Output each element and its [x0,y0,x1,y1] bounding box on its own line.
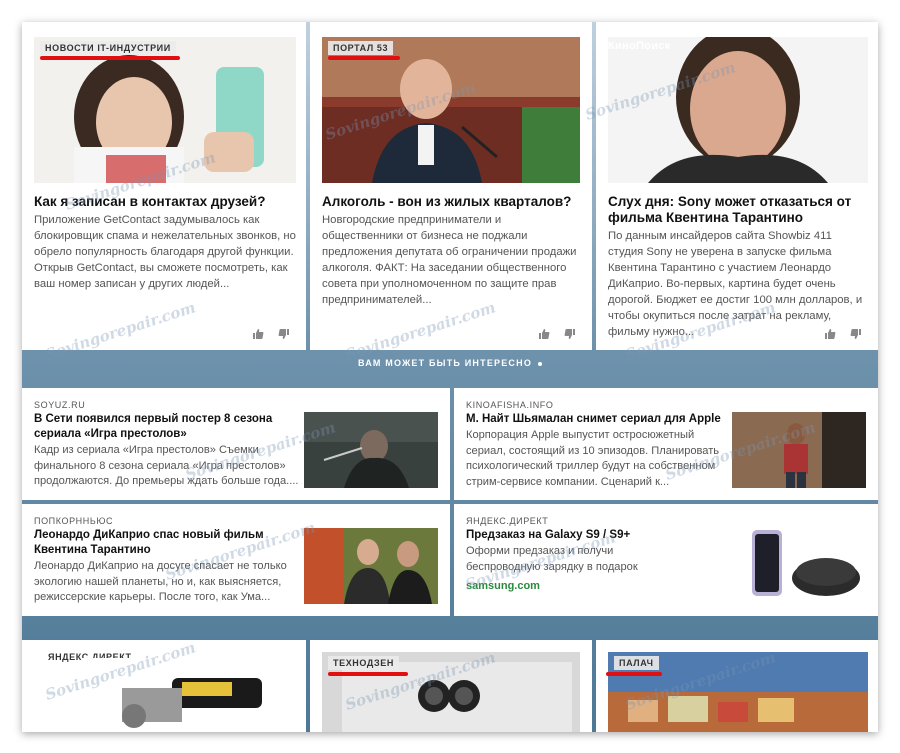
red-underline-annotation [606,672,662,676]
source-badge[interactable]: ПОРТАЛ 53 [328,41,394,55]
source-badge[interactable]: ТЕХНОДЗЕН [328,656,399,670]
news-card-palach[interactable]: ПАЛАЧ [596,640,878,732]
thumbs-down-icon[interactable] [564,328,576,340]
card-image[interactable] [746,524,866,604]
thumbs-down-icon[interactable] [850,328,862,340]
card-text[interactable]: Леонардо ДиКаприо на досуге спасает не т… [34,559,302,606]
news-card-sony[interactable]: КиноПоиск Слух дня: Sony может отказатьс… [596,22,878,350]
card-text[interactable]: По данным инсайдеров сайта Showbiz 411 с… [608,228,868,340]
news-card-technozen[interactable]: ТЕХНОДЗЕН [310,640,592,732]
kinopoisk-logo: КиноПоиск [608,40,671,52]
news-feed: НОВОСТИ IT-ИНДУСТРИИ Как я записан в кон… [22,22,878,732]
card-text[interactable]: Кадр из сериала «Игра престолов» Съемки … [34,443,302,490]
card-image[interactable] [608,37,868,183]
card-title[interactable]: Предзаказ на Galaxy S9 / S9+ [466,528,726,543]
card-image[interactable] [304,528,438,604]
card-text[interactable]: Оформи предзаказ и получи беспроводную з… [466,544,686,575]
card-title[interactable]: Алкоголь - вон из жилых кварталов? [322,194,582,210]
card-title[interactable]: В Сети появился первый постер 8 сезона с… [34,412,296,442]
source-label[interactable]: ЯНДЕКС.ДИРЕКТ [466,516,548,526]
red-underline-annotation [328,672,408,676]
source-label[interactable]: SOYUZ.RU [34,400,85,410]
red-underline-annotation [40,56,180,60]
card-title[interactable]: Слух дня: Sony может отказаться от фильм… [608,194,868,226]
thumbs-down-icon[interactable] [278,328,290,340]
source-label[interactable]: KINOAFISHA.INFO [466,400,554,410]
red-underline-annotation [328,56,400,60]
source-label[interactable]: ПОПКОРННЬЮС [34,516,113,526]
card-image[interactable] [732,412,866,488]
thumbs-up-icon[interactable] [824,328,836,340]
reactions [824,328,862,340]
news-card-alcohol[interactable]: ПОРТАЛ 53 Алкоголь - вон из жилых кварта… [310,22,592,350]
thumbs-up-icon[interactable] [252,328,264,340]
card-title[interactable]: Как я записан в контактах друзей? [34,194,296,210]
thumbs-up-icon[interactable] [538,328,550,340]
card-title[interactable]: Леонардо ДиКаприо спас новый фильм Квент… [34,528,296,558]
ad-card-tool[interactable]: ЯНДЕКС.ДИРЕКТ [22,640,306,732]
source-badge[interactable]: ПАЛАЧ [614,656,659,670]
card-text[interactable]: Приложение GetContact задумывалось как б… [34,212,296,292]
news-card-got-poster[interactable]: SOYUZ.RU В Сети появился первый постер 8… [22,388,450,500]
card-text[interactable]: Новгородские предприниматели и обществен… [322,212,582,308]
card-title[interactable]: М. Найт Шьямалан снимет сериал для Apple [466,412,726,427]
news-card-shyamalan[interactable]: KINOAFISHA.INFO М. Найт Шьямалан снимет … [454,388,878,500]
card-image[interactable] [82,658,282,732]
news-card-getcontact[interactable]: НОВОСТИ IT-ИНДУСТРИИ Как я записан в кон… [22,22,306,350]
card-text[interactable]: Корпорация Apple выпустит остросюжетный … [466,428,726,490]
reactions [252,328,290,340]
advertiser-link[interactable]: samsung.com [466,580,540,592]
recommendations-heading: ВАМ МОЖЕТ БЫТЬ ИНТЕРЕСНО [22,358,878,368]
source-badge[interactable]: НОВОСТИ IT-ИНДУСТРИИ [40,41,176,55]
news-card-dicaprio[interactable]: ПОПКОРННЬЮС Леонардо ДиКаприо спас новый… [22,504,450,616]
reactions [538,328,576,340]
card-image[interactable] [304,412,438,488]
ad-card-galaxy-s9[interactable]: ЯНДЕКС.ДИРЕКТ Предзаказ на Galaxy S9 / S… [454,504,878,616]
